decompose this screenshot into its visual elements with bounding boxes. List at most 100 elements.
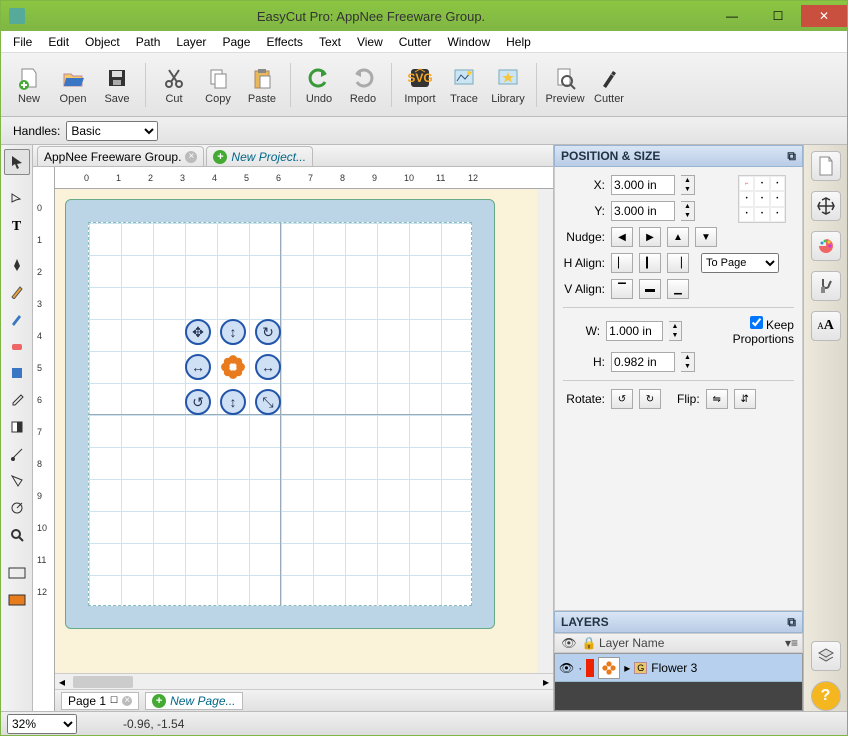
- menu-path[interactable]: Path: [128, 33, 169, 51]
- vertical-scrollbar[interactable]: [537, 189, 553, 673]
- close-icon[interactable]: ×: [185, 151, 197, 163]
- paste-button[interactable]: Paste: [242, 57, 282, 113]
- cut-button[interactable]: Cut: [154, 57, 194, 113]
- nudge-up-button[interactable]: ▲: [667, 227, 689, 247]
- x-spinner[interactable]: ▲▼: [681, 175, 695, 195]
- layers-header[interactable]: LAYERS⧉: [554, 611, 803, 633]
- handle-stretch-v-icon[interactable]: ↕: [220, 389, 246, 415]
- tab-doc1[interactable]: AppNee Freeware Group. ×: [37, 146, 204, 166]
- gradient-tool[interactable]: [4, 414, 30, 440]
- edit-node-tool[interactable]: [4, 187, 30, 213]
- dock-text-button[interactable]: AA: [811, 311, 841, 341]
- menu-edit[interactable]: Edit: [40, 33, 77, 51]
- preview-button[interactable]: Preview: [545, 57, 585, 113]
- handle-stretch-h-icon[interactable]: ↔: [255, 354, 281, 380]
- flip-h-button[interactable]: ⇋: [706, 389, 728, 409]
- valign-top-button[interactable]: ▔: [611, 279, 633, 299]
- handle-stretch-v-icon[interactable]: ↕: [220, 319, 246, 345]
- open-button[interactable]: Open: [53, 57, 93, 113]
- minimize-button[interactable]: —: [709, 5, 755, 27]
- h-spinner[interactable]: ▲▼: [681, 352, 695, 372]
- h-input[interactable]: 0.982 in: [611, 352, 675, 372]
- selection-handles[interactable]: ✥ ↕ ↻ ↔ ↔ ↺ ↕ ⤡: [185, 319, 281, 415]
- expand-icon[interactable]: ▸: [624, 661, 630, 675]
- x-input[interactable]: 3.000 in: [611, 175, 675, 195]
- save-button[interactable]: Save: [97, 57, 137, 113]
- menu-object[interactable]: Object: [77, 33, 128, 51]
- pen-tool[interactable]: [4, 252, 30, 278]
- keep-proportions-checkbox[interactable]: [750, 316, 763, 329]
- flower-shape[interactable]: [220, 354, 246, 380]
- menu-text[interactable]: Text: [311, 33, 349, 51]
- layers-menu-icon[interactable]: ▾≡: [785, 636, 798, 650]
- menu-view[interactable]: View: [349, 33, 391, 51]
- menu-help[interactable]: Help: [498, 33, 539, 51]
- valign-middle-button[interactable]: ▬: [639, 279, 661, 299]
- y-spinner[interactable]: ▲▼: [681, 201, 695, 221]
- trace-button[interactable]: Trace: [444, 57, 484, 113]
- dock-color-button[interactable]: [811, 231, 841, 261]
- handles-select[interactable]: Basic: [66, 121, 158, 141]
- eraser-tool[interactable]: [4, 333, 30, 359]
- dock-help-button[interactable]: ?: [811, 681, 841, 711]
- dock-transform-button[interactable]: [811, 191, 841, 221]
- anchor-grid[interactable]: ⌐•• ••• •••: [738, 175, 786, 223]
- flip-v-button[interactable]: ⇵: [734, 389, 756, 409]
- pencil-tool[interactable]: [4, 279, 30, 305]
- handle-stretch-h-icon[interactable]: ↔: [185, 354, 211, 380]
- handle-scale-icon[interactable]: ⤡: [255, 389, 281, 415]
- w-input[interactable]: 1.000 in: [606, 321, 663, 341]
- nudge-left-button[interactable]: ◀: [611, 227, 633, 247]
- maximize-button[interactable]: ☐: [755, 5, 801, 27]
- dock-layers-button[interactable]: [811, 641, 841, 671]
- menu-window[interactable]: Window: [439, 33, 498, 51]
- y-input[interactable]: 3.000 in: [611, 201, 675, 221]
- halign-center-button[interactable]: ▎: [639, 253, 661, 273]
- rotate-ccw-button[interactable]: ↺: [611, 389, 633, 409]
- valign-bottom-button[interactable]: ▁: [667, 279, 689, 299]
- crop-tool[interactable]: [4, 468, 30, 494]
- dock-document-button[interactable]: [811, 151, 841, 181]
- page-tab-1[interactable]: Page 1 ☐ ×: [61, 692, 139, 710]
- tab-new-project[interactable]: + New Project...: [206, 146, 313, 166]
- close-icon[interactable]: ×: [122, 696, 132, 706]
- select-tool[interactable]: [4, 149, 30, 175]
- shape-tool[interactable]: [4, 360, 30, 386]
- zoom-tool[interactable]: [4, 522, 30, 548]
- menu-page[interactable]: Page: [214, 33, 258, 51]
- layer-color-swatch[interactable]: [586, 659, 594, 677]
- nudge-right-button[interactable]: ▶: [639, 227, 661, 247]
- fill-swatch[interactable]: [4, 587, 30, 613]
- align-to-select[interactable]: To Page: [701, 253, 779, 273]
- dock-settings-button[interactable]: [811, 271, 841, 301]
- text-tool[interactable]: T: [4, 214, 30, 240]
- page-tab-new[interactable]: + New Page...: [145, 692, 242, 710]
- rotate-cw-button[interactable]: ↻: [639, 389, 661, 409]
- menu-file[interactable]: File: [5, 33, 40, 51]
- measure-tool[interactable]: [4, 495, 30, 521]
- lock-toggle[interactable]: ·: [578, 661, 582, 675]
- new-button[interactable]: New: [9, 57, 49, 113]
- zoom-select[interactable]: 32%: [7, 714, 77, 734]
- w-spinner[interactable]: ▲▼: [669, 321, 681, 341]
- halign-right-button[interactable]: ▕: [667, 253, 689, 273]
- visibility-toggle[interactable]: 👁: [559, 661, 574, 675]
- menu-cutter[interactable]: Cutter: [391, 33, 440, 51]
- position-size-header[interactable]: POSITION & SIZE⧉: [554, 145, 803, 167]
- handle-rotate-icon[interactable]: ↺: [185, 389, 211, 415]
- layer-row[interactable]: 👁 · ▸ G Flower 3: [555, 654, 802, 682]
- panel-popout-icon[interactable]: ⧉: [787, 149, 796, 164]
- menu-layer[interactable]: Layer: [168, 33, 214, 51]
- handle-move-icon[interactable]: ✥: [185, 319, 211, 345]
- horizontal-scrollbar[interactable]: ◂▸: [55, 673, 553, 689]
- knife-tool[interactable]: [4, 441, 30, 467]
- nudge-down-button[interactable]: ▼: [695, 227, 717, 247]
- menu-effects[interactable]: Effects: [258, 33, 310, 51]
- redo-button[interactable]: Redo: [343, 57, 383, 113]
- brush-tool[interactable]: [4, 306, 30, 332]
- library-button[interactable]: Library: [488, 57, 528, 113]
- import-button[interactable]: SVGImport: [400, 57, 440, 113]
- eyedropper-tool[interactable]: [4, 387, 30, 413]
- cutter-button[interactable]: Cutter: [589, 57, 629, 113]
- undo-button[interactable]: Undo: [299, 57, 339, 113]
